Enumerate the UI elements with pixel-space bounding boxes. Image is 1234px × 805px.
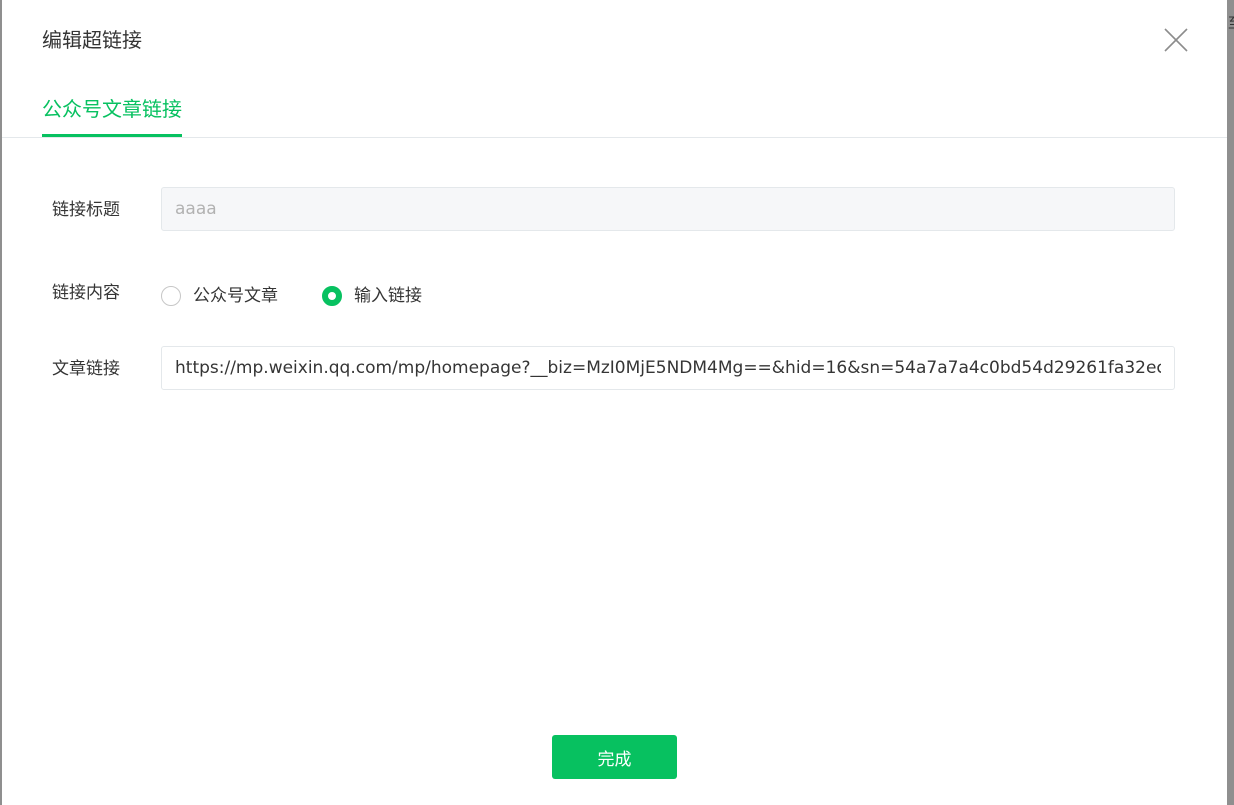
done-button[interactable]: 完成 (552, 735, 677, 779)
close-icon (1164, 28, 1188, 52)
radio-checked-icon (322, 286, 342, 306)
radio-label-input-link: 输入链接 (354, 286, 422, 306)
tab-bar: 公众号文章链接 (2, 90, 1227, 138)
radio-label-official-article: 公众号文章 (193, 286, 278, 306)
link-title-input[interactable] (161, 187, 1175, 231)
radio-unchecked-icon (161, 286, 181, 306)
radio-input-link[interactable]: 输入链接 (322, 283, 422, 309)
link-content-label: 链接内容 (52, 283, 120, 303)
edit-hyperlink-dialog: 编辑超链接 公众号文章链接 链接标题 链接内容 公众号文章 输入链接 文章链接 … (2, 0, 1227, 805)
article-link-label: 文章链接 (52, 359, 120, 379)
tab-article-link[interactable]: 公众号文章链接 (42, 90, 182, 137)
background-text-fragment: 至 (1228, 14, 1234, 34)
close-button[interactable] (1160, 24, 1192, 56)
overlay-right-edge (1227, 0, 1234, 805)
article-link-input[interactable] (161, 346, 1175, 390)
radio-official-article[interactable]: 公众号文章 (161, 283, 278, 309)
dialog-title: 编辑超链接 (42, 28, 142, 52)
link-title-label: 链接标题 (52, 200, 120, 220)
active-tab-indicator (42, 134, 182, 137)
